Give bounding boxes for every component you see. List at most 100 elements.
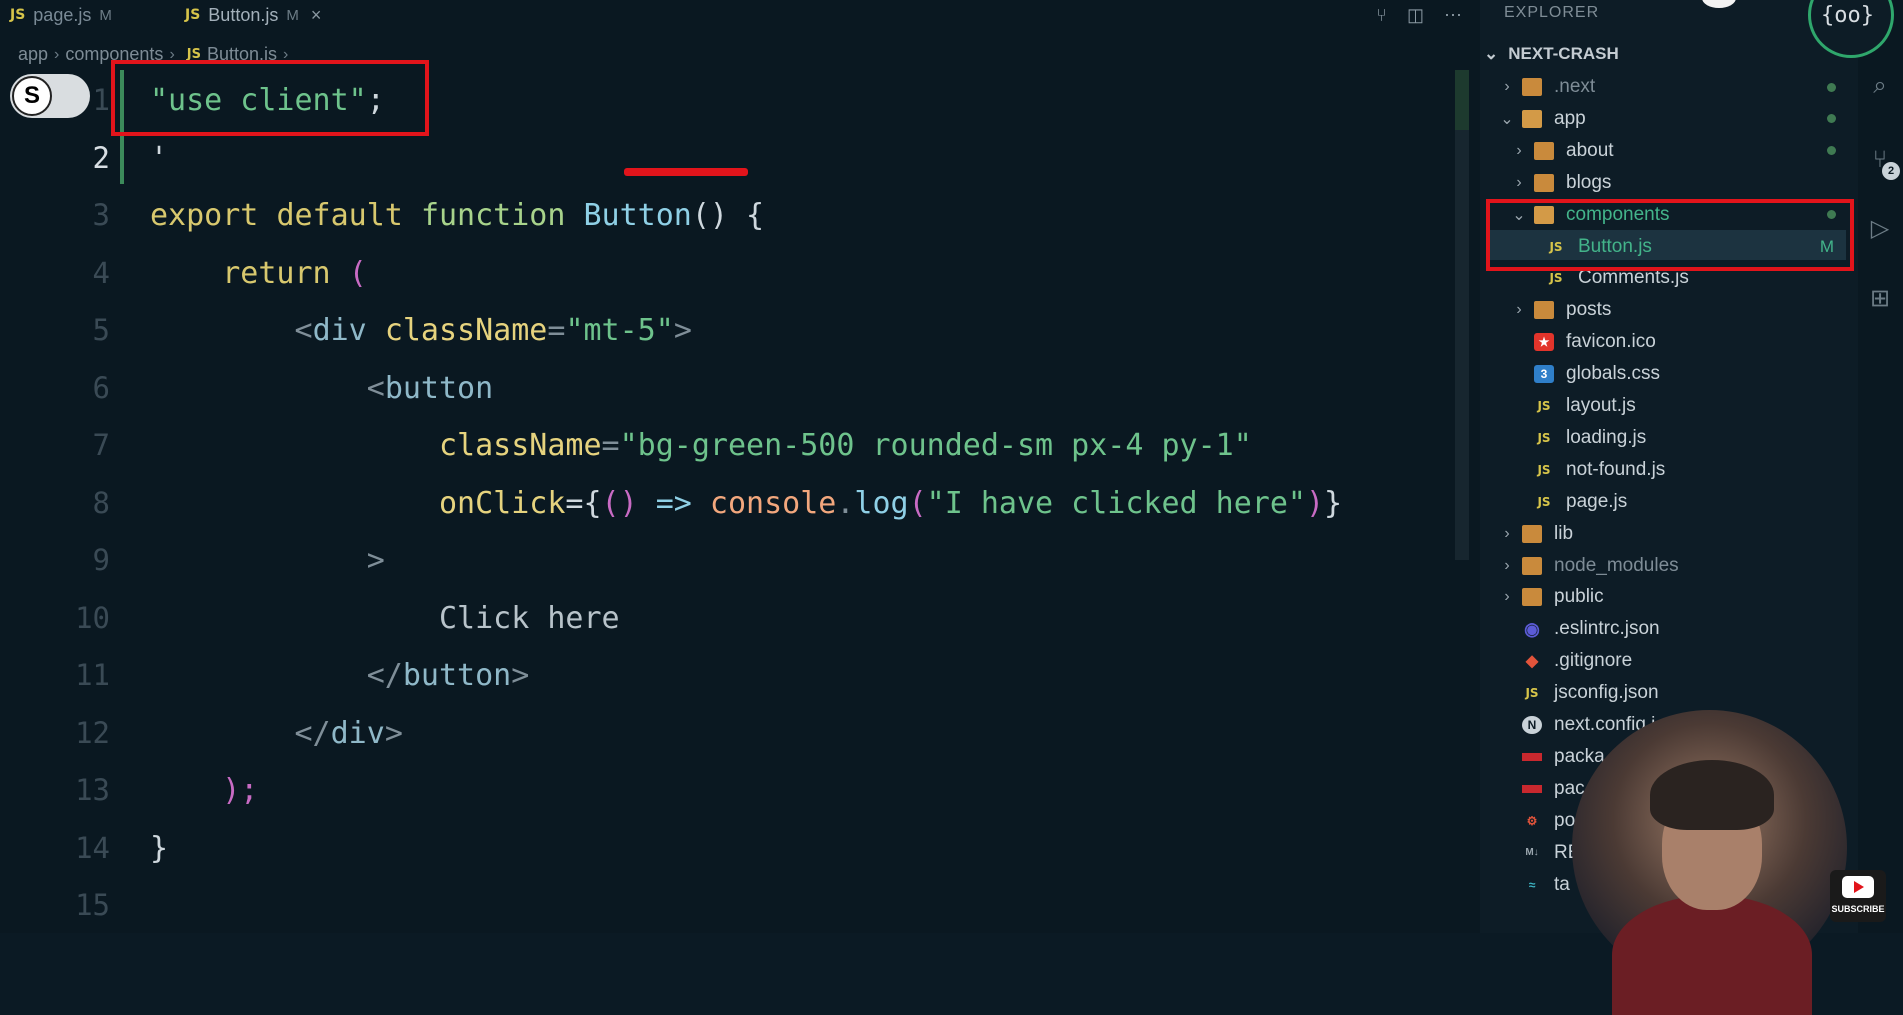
- code-text: );: [150, 773, 258, 808]
- js-file-icon: JS: [1549, 271, 1563, 286]
- split-editor-icon[interactable]: ◫: [1407, 5, 1424, 26]
- youtube-subscribe-button[interactable]: SUBSCRIBE: [1830, 870, 1886, 922]
- tree-item-posts[interactable]: › posts: [1510, 295, 1858, 325]
- tree-item-blogs[interactable]: › blogs: [1510, 168, 1858, 198]
- line-number: 6: [92, 370, 110, 405]
- tree-item-label: .eslintrc.json: [1554, 618, 1660, 640]
- tab-page-js[interactable]: JS page.js M: [10, 0, 112, 30]
- tree-item-layout-js[interactable]: JS layout.js: [1510, 391, 1858, 421]
- tree-item-label: .gitignore: [1554, 650, 1633, 672]
- tree-item-next[interactable]: › .next: [1498, 72, 1858, 102]
- code-token: Click here: [150, 600, 620, 636]
- code-line: 10 Click here: [0, 593, 1460, 650]
- chevron-down-icon: ⌄: [1500, 110, 1514, 128]
- modified-dot: [1827, 146, 1836, 156]
- tree-item-label: jsconfig.json: [1554, 682, 1659, 704]
- code-token: "bg-green-500 rounded-sm px-4 py-1": [619, 428, 1252, 463]
- tree-item-about[interactable]: › about: [1510, 136, 1858, 166]
- editor-scrollbar[interactable]: [1455, 70, 1469, 560]
- breadcrumb-item[interactable]: app: [18, 44, 48, 65]
- tree-item-eslintrc-json[interactable]: ◉ .eslintrc.json: [1498, 614, 1858, 644]
- code-token: onClick: [438, 485, 566, 521]
- run-debug-icon[interactable]: ▷: [1866, 214, 1894, 242]
- code-line: 15: [0, 880, 1460, 937]
- tree-item-page-js[interactable]: JS page.js: [1510, 487, 1858, 517]
- chevron-right-icon: ›: [1504, 524, 1510, 542]
- folder-icon: [1534, 301, 1554, 320]
- project-root[interactable]: ⌄ NEXT-CRASH: [1484, 44, 1619, 64]
- close-icon[interactable]: ×: [311, 5, 322, 26]
- tree-item-label: node_modules: [1554, 554, 1679, 576]
- tab-label: page.js: [33, 4, 92, 25]
- code-line: 11 </button>: [0, 650, 1460, 707]
- line-number: 5: [92, 313, 110, 347]
- tree-item-node_modules[interactable]: › node_modules: [1498, 551, 1858, 581]
- code-text: ': [150, 141, 168, 176]
- tree-item-globals-css[interactable]: 3 globals.css: [1510, 359, 1858, 389]
- tree-item-label: posts: [1566, 299, 1612, 321]
- tree-item-label: layout.js: [1566, 395, 1636, 416]
- chevron-right-icon: ›: [1504, 588, 1510, 606]
- extensions-icon[interactable]: ⊞: [1866, 284, 1894, 312]
- project-name: NEXT-CRASH: [1508, 44, 1619, 63]
- editor-area: JS page.js M JS Button.js M × ⑂ ◫ ⋯ app › compon…: [0, 0, 1480, 933]
- tab-label: Button.js: [208, 4, 279, 25]
- tree-item-gitignore[interactable]: ◆ .gitignore: [1498, 646, 1858, 676]
- tree-item-jsconfig-json[interactable]: JS jsconfig.json: [1498, 678, 1858, 708]
- tree-item-app[interactable]: ⌄ app: [1498, 104, 1858, 134]
- subscribe-label: SUBSCRIBE: [1831, 904, 1885, 914]
- line-number: 8: [92, 485, 110, 520]
- code-text: >: [150, 543, 385, 578]
- tree-item-loading-js[interactable]: JS loading.js: [1510, 423, 1858, 453]
- folder-icon: [1522, 78, 1542, 96]
- code-token: return: [150, 255, 349, 291]
- folder-icon: [1522, 524, 1542, 543]
- search-icon[interactable]: ⌕: [1866, 72, 1894, 100]
- code-token: default: [276, 198, 421, 233]
- js-file-icon: JS: [10, 7, 26, 23]
- highlight-underline: [624, 168, 748, 176]
- tab-button-js[interactable]: JS Button.js M ×: [185, 0, 321, 30]
- modified-dot: [1827, 82, 1836, 92]
- presenter-webcam: [1572, 710, 1847, 1015]
- code-line: 6 <button: [0, 363, 1460, 420]
- chevron-down-icon: ⌄: [1484, 44, 1499, 63]
- js-file-icon: JS: [1537, 399, 1551, 413]
- tree-item-label: blogs: [1566, 171, 1612, 193]
- code-token: );: [222, 773, 259, 808]
- code-token: ': [150, 140, 169, 176]
- code-token: div: [330, 715, 385, 751]
- more-actions-icon[interactable]: ⋯: [1444, 5, 1462, 26]
- tree-item-label: favicon.ico: [1566, 331, 1656, 353]
- tree-item-favicon-ico[interactable]: ★ favicon.ico: [1510, 327, 1858, 357]
- code-text: return (: [150, 256, 367, 291]
- compare-icon[interactable]: ⑂: [1376, 5, 1387, 26]
- css-file-icon: 3: [1534, 365, 1554, 384]
- tree-item-lib[interactable]: › lib: [1498, 519, 1858, 549]
- tree-item-public[interactable]: › public: [1498, 582, 1858, 612]
- modified-dot: [1827, 114, 1836, 124]
- code-token: Button: [583, 198, 692, 233]
- code-token: "mt-5": [565, 313, 674, 348]
- tree-item-label: page.js: [1566, 490, 1628, 512]
- js-file-icon: JS: [1537, 462, 1551, 477]
- code-line: 12 </div>: [0, 708, 1460, 765]
- code-text: className="bg-green-500 rounded-sm px-4 …: [150, 428, 1252, 463]
- code-token: =: [547, 313, 566, 348]
- line-number: 15: [75, 888, 110, 922]
- tree-item-label: pac: [1554, 777, 1585, 799]
- chevron-right-icon: ›: [1516, 173, 1522, 191]
- line-number: 7: [92, 428, 110, 462]
- line-number: 4: [92, 255, 110, 290]
- tree-item-not-found-js[interactable]: JS not-found.js: [1510, 455, 1858, 485]
- avatar-pill[interactable]: S: [10, 74, 90, 118]
- code-token: }: [150, 830, 169, 866]
- code-line: 5 <div className="mt-5">: [0, 305, 1460, 362]
- breadcrumb-separator-icon: ›: [54, 45, 60, 63]
- code-token: (): [601, 485, 638, 521]
- code-token: className: [438, 428, 602, 463]
- eslint-icon: ◉: [1524, 618, 1540, 639]
